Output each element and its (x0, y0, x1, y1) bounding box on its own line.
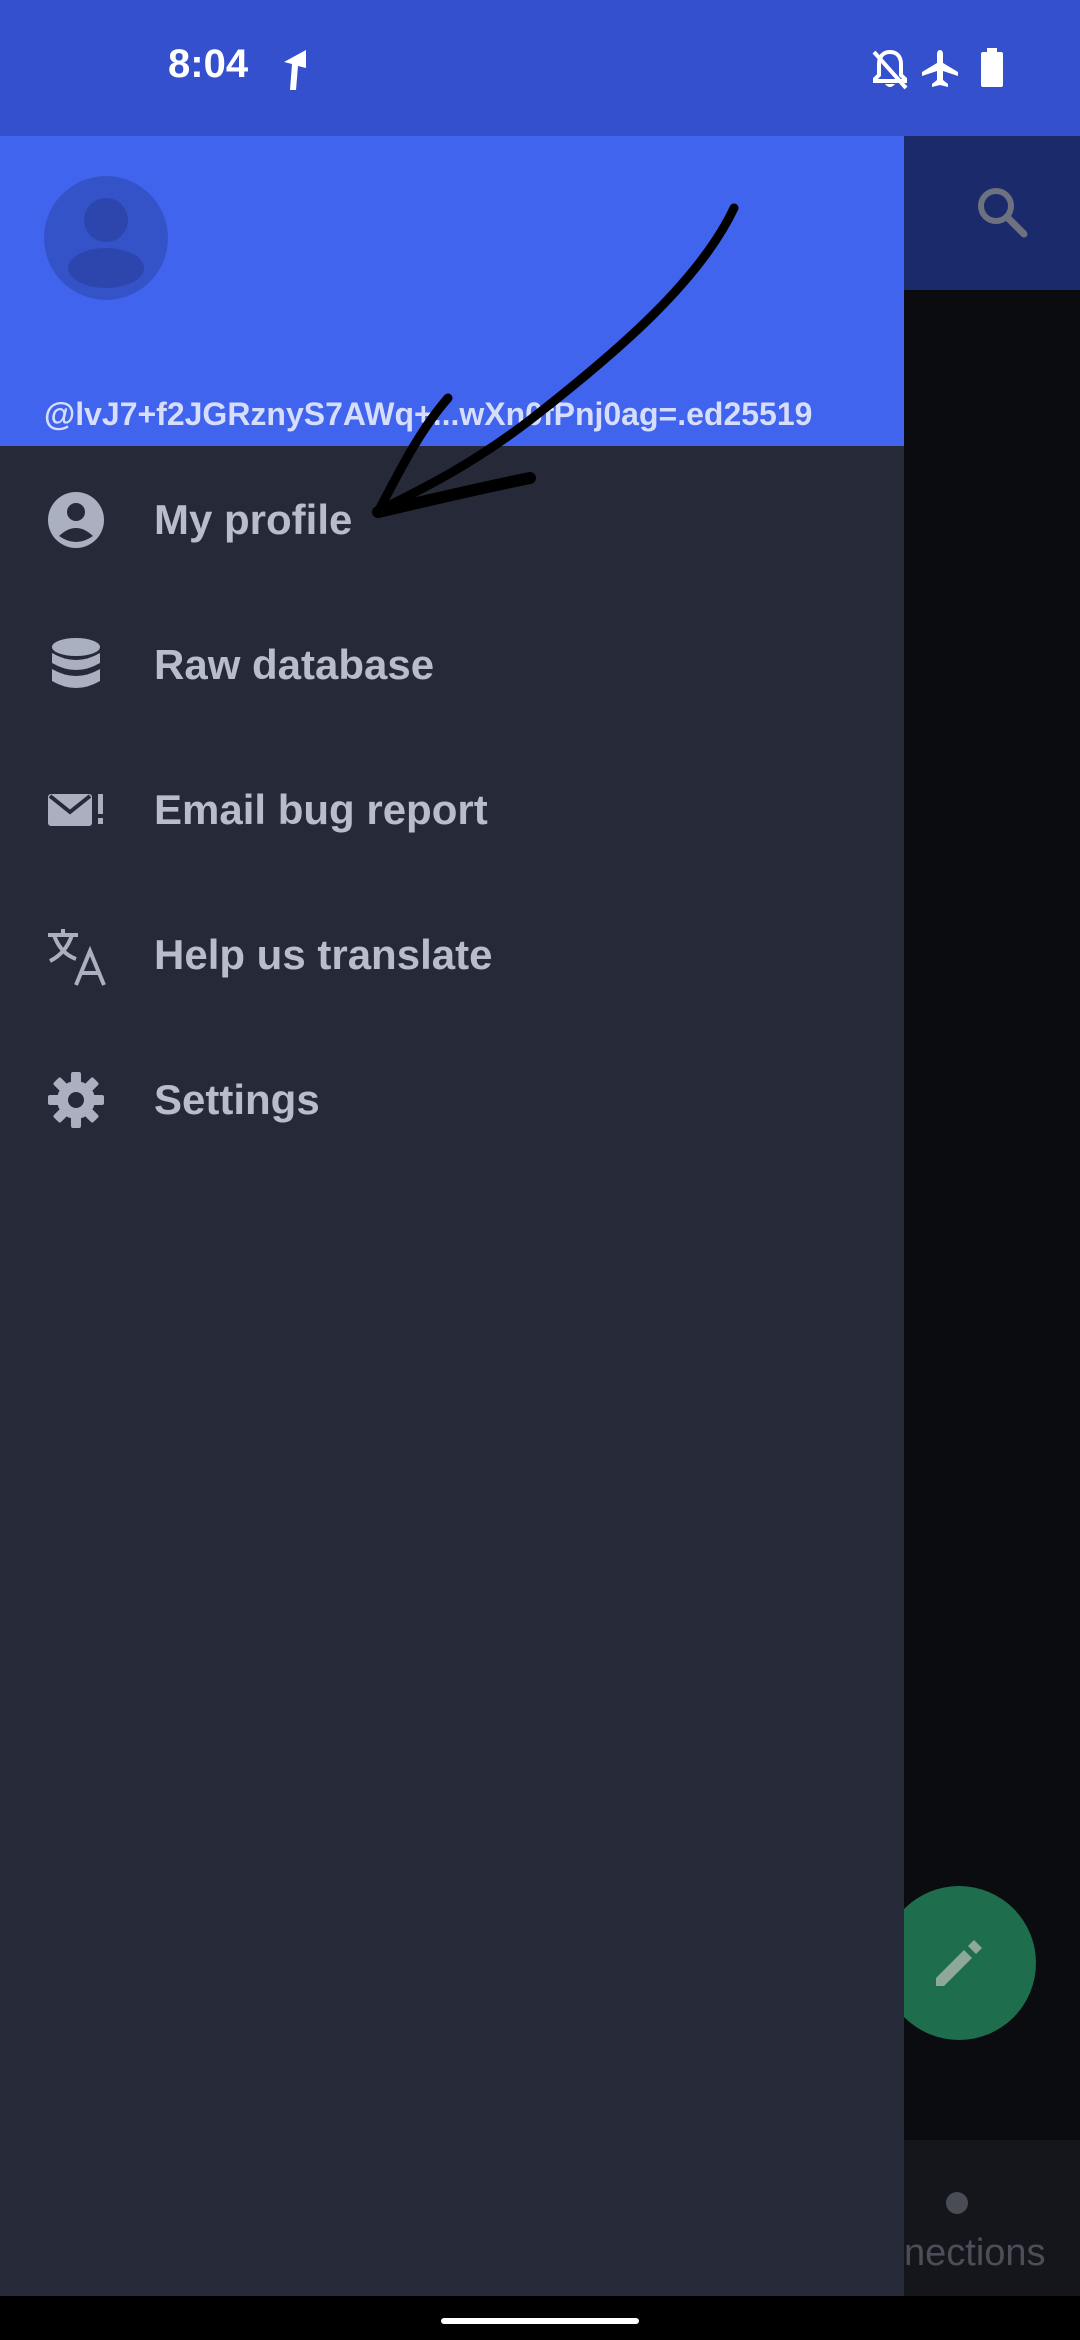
drawer-header: @lvJ7+f2JGRznyS7AWq+...wXn0fPnj0ag=.ed25… (0, 136, 904, 446)
database-icon (46, 635, 106, 695)
notifications-off-icon (870, 48, 910, 95)
nav-dot-icon (946, 2192, 968, 2214)
pencil-icon (936, 1940, 982, 1986)
menu-item-my-profile[interactable]: My profile (0, 446, 904, 591)
navigation-drawer: @lvJ7+f2JGRznyS7AWq+...wXn0fPnj0ag=.ed25… (0, 136, 904, 2296)
translate-icon (46, 925, 106, 986)
person-icon (68, 198, 144, 288)
battery-icon (980, 48, 1004, 93)
menu-item-raw-database[interactable]: Raw database (0, 591, 904, 736)
menu-label: Email bug report (154, 786, 488, 833)
email-alert-icon (46, 780, 106, 840)
menu-item-help-us-translate[interactable]: Help us translate (0, 881, 904, 1026)
menu-label: Settings (154, 1076, 320, 1123)
menu-item-settings[interactable]: Settings (0, 1026, 904, 1171)
menu-label: Raw database (154, 641, 435, 688)
account-id: @lvJ7+f2JGRznyS7AWq+...wXn0fPnj0ag=.ed25… (44, 396, 813, 432)
menu-label: My profile (154, 496, 353, 543)
airplane-mode-icon (920, 48, 960, 93)
account-circle-icon (46, 490, 106, 550)
gesture-handle[interactable] (441, 2318, 639, 2324)
menu-item-email-bug-report[interactable]: Email bug report (0, 736, 904, 881)
avatar[interactable] (44, 176, 168, 300)
bottom-navigation: nections (904, 2140, 1080, 2296)
main-content (904, 290, 1080, 2140)
status-bar: 8:04 (0, 0, 1080, 136)
menu-label: Help us translate (154, 931, 493, 978)
status-time: 8:04 (168, 42, 249, 86)
navigation-icon (276, 48, 310, 97)
bottom-nav-label[interactable]: nections (904, 2232, 1046, 2275)
compose-fab[interactable] (882, 1886, 1036, 2040)
search-icon[interactable] (974, 184, 1030, 245)
gear-icon (46, 1070, 106, 1130)
